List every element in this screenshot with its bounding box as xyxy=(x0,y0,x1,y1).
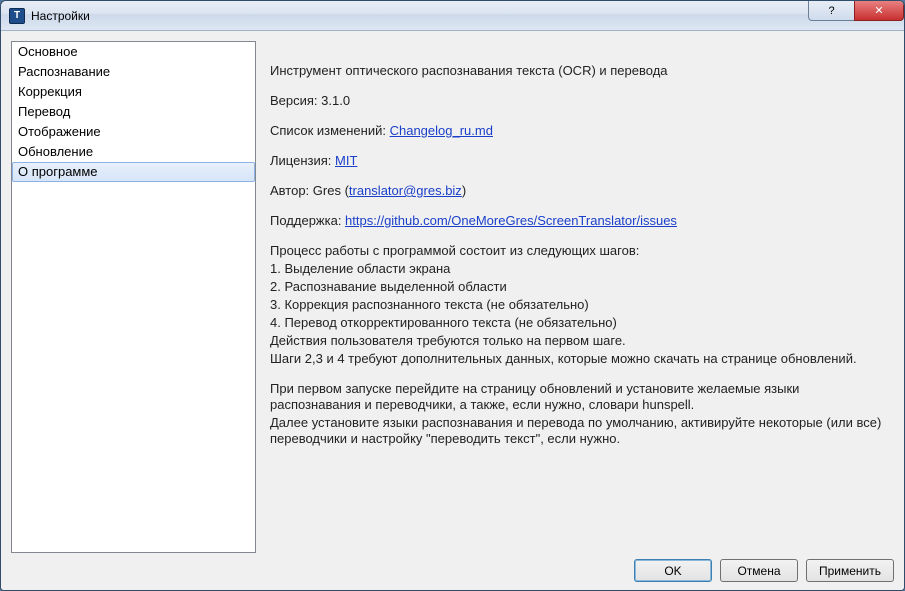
step-2: 2. Распознавание выделенной области xyxy=(270,279,890,295)
sidebar-item-translation[interactable]: Перевод xyxy=(12,102,255,122)
dialog-buttons: OK Отмена Применить xyxy=(11,553,894,582)
help-button[interactable]: ? xyxy=(808,1,854,21)
sidebar-item-about[interactable]: О программе xyxy=(12,162,255,182)
support-link[interactable]: https://github.com/OneMoreGres/ScreenTra… xyxy=(345,213,677,228)
about-license: Лицензия: MIT xyxy=(270,153,890,169)
about-description: Инструмент оптического распознавания тек… xyxy=(270,63,890,79)
sidebar-item-update[interactable]: Обновление xyxy=(12,142,255,162)
step-4: 4. Перевод откорректированного текста (н… xyxy=(270,315,890,331)
steps-note-1: Действия пользователя требуются только н… xyxy=(270,333,890,349)
license-link[interactable]: MIT xyxy=(335,153,357,168)
sidebar-item-general[interactable]: Основное xyxy=(12,42,255,62)
author-tail: ) xyxy=(462,183,466,198)
first-run-2: Далее установите языки распознавания и п… xyxy=(270,415,890,447)
apply-button[interactable]: Применить xyxy=(806,559,894,582)
ok-button[interactable]: OK xyxy=(634,559,712,582)
author-email-link[interactable]: translator@gres.biz xyxy=(349,183,462,198)
support-label: Поддержка: xyxy=(270,213,345,228)
client-area: Основное Распознавание Коррекция Перевод… xyxy=(1,31,904,590)
about-version: Версия: 3.1.0 xyxy=(270,93,890,109)
steps-intro: Процесс работы с программой состоит из с… xyxy=(270,243,890,259)
about-panel: Инструмент оптического распознавания тек… xyxy=(270,41,894,553)
step-1: 1. Выделение области экрана xyxy=(270,261,890,277)
changelog-link[interactable]: Changelog_ru.md xyxy=(390,123,493,138)
sidebar-item-correction[interactable]: Коррекция xyxy=(12,82,255,102)
version-value: 3.1.0 xyxy=(321,93,350,108)
titlebar: T Настройки ? ✕ xyxy=(1,1,904,31)
content-row: Основное Распознавание Коррекция Перевод… xyxy=(11,41,894,553)
step-3: 3. Коррекция распознанного текста (не об… xyxy=(270,297,890,313)
cancel-button[interactable]: Отмена xyxy=(720,559,798,582)
close-icon: ✕ xyxy=(874,4,883,17)
window-controls: ? ✕ xyxy=(808,1,904,21)
app-icon: T xyxy=(9,8,25,24)
about-author: Автор: Gres (translator@gres.biz) xyxy=(270,183,890,199)
sidebar-item-recognition[interactable]: Распознавание xyxy=(12,62,255,82)
first-run-1: При первом запуске перейдите на страницу… xyxy=(270,381,890,413)
about-changelog: Список изменений: Changelog_ru.md xyxy=(270,123,890,139)
close-button[interactable]: ✕ xyxy=(854,1,904,21)
license-label: Лицензия: xyxy=(270,153,335,168)
changelog-label: Список изменений: xyxy=(270,123,390,138)
settings-window: T Настройки ? ✕ Основное Распознавание К… xyxy=(0,0,905,591)
author-label: Автор: Gres ( xyxy=(270,183,349,198)
window-title: Настройки xyxy=(31,9,90,23)
help-icon: ? xyxy=(828,5,834,17)
first-run-block: При первом запуске перейдите на страницу… xyxy=(270,381,890,447)
steps-block: Процесс работы с программой состоит из с… xyxy=(270,243,890,367)
version-label: Версия: xyxy=(270,93,321,108)
about-support: Поддержка: https://github.com/OneMoreGre… xyxy=(270,213,890,229)
sidebar: Основное Распознавание Коррекция Перевод… xyxy=(11,41,256,553)
steps-note-2: Шаги 2,3 и 4 требуют дополнительных данн… xyxy=(270,351,890,367)
sidebar-item-display[interactable]: Отображение xyxy=(12,122,255,142)
